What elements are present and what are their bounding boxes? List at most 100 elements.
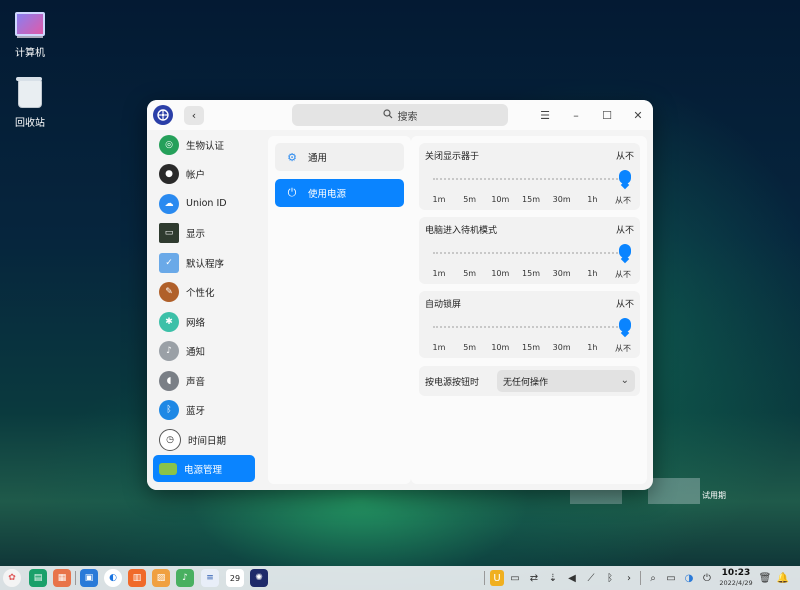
slider-tick-label: 5m bbox=[463, 195, 477, 204]
browser-icon[interactable]: ◐ bbox=[104, 569, 122, 587]
trash-tray-icon[interactable]: 🗑 bbox=[758, 570, 772, 586]
chevron-right-icon[interactable]: › bbox=[622, 570, 636, 586]
sidebar-item-account[interactable]: ● 帐户 bbox=[153, 160, 255, 187]
desktop-icon-label: 回收站 bbox=[15, 118, 45, 129]
desktop-icon-computer[interactable]: 计算机 bbox=[0, 8, 60, 59]
bluetooth-icon: ᛒ bbox=[159, 399, 179, 420]
volume-icon[interactable]: ◀ bbox=[565, 570, 579, 586]
sidebar-item-notifications[interactable]: ♪ 通知 bbox=[153, 337, 255, 364]
shop-icon[interactable]: ▥ bbox=[128, 569, 146, 587]
search-input[interactable]: 搜索 bbox=[292, 104, 508, 126]
sidebar-item-biometrics[interactable]: ◎ 生物认证 bbox=[153, 131, 255, 158]
clock-time[interactable]: 10:23 bbox=[716, 568, 756, 578]
browser-tray-icon[interactable]: ◑ bbox=[682, 570, 696, 586]
sidebar-item-default-apps[interactable]: ✓ 默认程序 bbox=[153, 249, 255, 276]
power-button-setting: 按电源按钮时 无任何操作 ⌄ bbox=[419, 366, 640, 396]
slider-track[interactable] bbox=[433, 252, 629, 254]
sidebar-item-power[interactable]: 电源管理 bbox=[153, 455, 255, 482]
back-button[interactable]: ‹ bbox=[184, 106, 204, 125]
slider-thumb[interactable] bbox=[619, 170, 631, 184]
bluetooth-tray-icon[interactable]: ᛒ bbox=[603, 570, 617, 586]
search-placeholder: 搜索 bbox=[397, 111, 418, 123]
screenshot-icon[interactable]: ▭ bbox=[664, 570, 678, 586]
close-button[interactable]: ✕ bbox=[630, 107, 646, 123]
maximize-button[interactable]: ☐ bbox=[599, 107, 615, 123]
search-icon bbox=[382, 108, 393, 122]
sidebar-item-sound[interactable]: ◖ 声音 bbox=[153, 367, 255, 394]
sidebar-item-label: 电源管理 bbox=[184, 464, 223, 476]
minimize-icon: – bbox=[573, 108, 579, 122]
document-icon[interactable]: ≡ bbox=[201, 569, 219, 587]
sidebar-item-union-id[interactable]: ☁ Union ID bbox=[153, 190, 255, 217]
calendar-day: 29 bbox=[229, 573, 241, 583]
cloud-icon: ☁ bbox=[159, 193, 179, 214]
search-tray-icon[interactable]: ⌕ bbox=[646, 570, 660, 586]
calendar-icon[interactable]: 29 bbox=[226, 569, 244, 587]
menu-button[interactable]: ☰ bbox=[537, 107, 553, 123]
power-submenu: ⚙ 通用 ⏻ 使用电源 bbox=[268, 136, 411, 484]
sidebar-item-label: 通知 bbox=[186, 346, 206, 358]
sidebar-item-datetime[interactable]: ◷ 时间日期 bbox=[153, 426, 255, 453]
computer-icon bbox=[15, 12, 45, 36]
file-manager-icon[interactable]: ▣ bbox=[80, 569, 98, 587]
keyboard-icon[interactable]: ▭ bbox=[508, 570, 522, 586]
sidebar: ◎ 生物认证 ● 帐户 ☁ Union ID ▭ 显示 ✓ 默认程序 ✎ 个性化… bbox=[147, 130, 263, 490]
power-tray-icon[interactable]: ⏻ bbox=[700, 570, 714, 586]
bell-icon: ♪ bbox=[159, 340, 179, 361]
slider-tick-label: 15m bbox=[522, 269, 540, 278]
minimize-button[interactable]: – bbox=[568, 107, 584, 123]
submenu-item-label: 使用电源 bbox=[308, 189, 347, 200]
default-apps-icon: ✓ bbox=[159, 252, 179, 273]
app-store-icon[interactable]: ▦ bbox=[53, 569, 71, 587]
power-button-action-select[interactable]: 无任何操作 ⌄ bbox=[497, 370, 635, 392]
network-icon: ✱ bbox=[159, 311, 179, 332]
trial-label: 试用期 bbox=[702, 491, 726, 500]
sidebar-item-personalization[interactable]: ✎ 个性化 bbox=[153, 278, 255, 305]
submenu-item-on-power[interactable]: ⏻ 使用电源 bbox=[275, 179, 404, 207]
standby-setting: 电脑进入待机模式 从不 1m 5m 10m 15m 30m 1h 从不 bbox=[419, 217, 640, 284]
desktop-icon-trash[interactable]: 回收站 bbox=[0, 77, 60, 129]
sidebar-item-label: 个性化 bbox=[186, 287, 215, 299]
plug-icon: ⏻ bbox=[287, 186, 297, 199]
sidebar-item-display[interactable]: ▭ 显示 bbox=[153, 219, 255, 246]
sidebar-item-label: Union ID bbox=[186, 198, 227, 209]
slider-tick-label: 1m bbox=[432, 195, 446, 204]
control-center-icon[interactable]: ✺ bbox=[250, 569, 268, 587]
slider-track[interactable] bbox=[433, 178, 629, 180]
network-tray-icon[interactable]: ⟋ bbox=[584, 570, 598, 586]
slider-thumb[interactable] bbox=[619, 318, 631, 332]
multitask-view-icon[interactable]: ▤ bbox=[29, 569, 47, 587]
slider-tick-label: 1h bbox=[587, 343, 598, 352]
usb-icon[interactable]: ⇣ bbox=[546, 570, 560, 586]
desktop-widget-placeholder bbox=[648, 478, 700, 504]
slider-tick-label: 5m bbox=[463, 343, 477, 352]
sidebar-item-label: 显示 bbox=[186, 228, 206, 240]
transfer-icon[interactable]: ⇄ bbox=[527, 570, 541, 586]
launcher-icon[interactable]: ✿ bbox=[3, 569, 21, 587]
setting-value: 从不 bbox=[615, 300, 634, 310]
slider-thumb[interactable] bbox=[619, 244, 631, 258]
music-icon[interactable]: ♪ bbox=[176, 569, 194, 587]
sidebar-item-label: 生物认证 bbox=[186, 140, 225, 152]
submenu-item-general[interactable]: ⚙ 通用 bbox=[275, 143, 404, 171]
slider-tick-label: 从不 bbox=[615, 270, 631, 279]
input-method-icon[interactable]: U bbox=[490, 570, 504, 586]
setting-value: 从不 bbox=[615, 226, 634, 236]
image-viewer-icon[interactable]: ▨ bbox=[152, 569, 170, 587]
titlebar: ‹ 搜索 ☰ – ☐ ✕ bbox=[147, 100, 653, 130]
slider-tick-label: 从不 bbox=[615, 344, 631, 353]
chevron-down-icon: ⌄ bbox=[620, 375, 629, 386]
setting-title: 按电源按钮时 bbox=[425, 378, 480, 388]
submenu-item-label: 通用 bbox=[308, 153, 328, 164]
monitor-off-setting: 关闭显示器于 从不 1m 5m 10m 15m 30m 1h 从不 bbox=[419, 143, 640, 210]
setting-title: 自动锁屏 bbox=[425, 300, 462, 310]
clock-date[interactable]: 2022/4/29 bbox=[716, 579, 756, 587]
slider-tick-label: 10m bbox=[491, 269, 510, 278]
sidebar-item-network[interactable]: ✱ 网络 bbox=[153, 308, 255, 335]
chevron-left-icon: ‹ bbox=[191, 109, 197, 122]
notification-bell-icon[interactable]: 🔔 bbox=[776, 570, 790, 586]
select-value: 无任何操作 bbox=[503, 377, 549, 388]
slider-track[interactable] bbox=[433, 326, 629, 328]
sidebar-item-bluetooth[interactable]: ᛒ 蓝牙 bbox=[153, 396, 255, 423]
menu-icon: ☰ bbox=[540, 108, 550, 122]
